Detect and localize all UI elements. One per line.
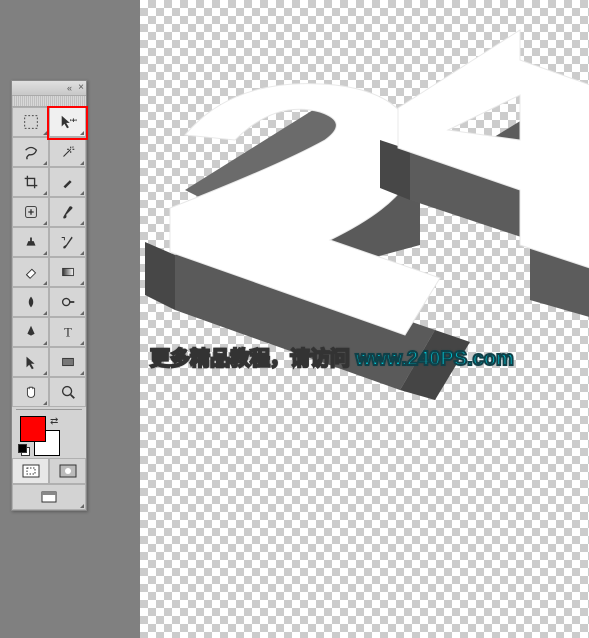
quick-mask-row — [12, 458, 86, 484]
quick-mask-button[interactable] — [49, 458, 86, 484]
zoom-tool[interactable] — [49, 377, 86, 407]
watermark-text: 更多精品教程，请访问 www.240PS.com — [0, 342, 589, 371]
foreground-color-swatch[interactable] — [20, 416, 46, 442]
brush-tool[interactable] — [49, 197, 86, 227]
swap-colors-icon[interactable]: ⇄ — [50, 416, 58, 427]
crop-tool[interactable] — [12, 167, 49, 197]
marquee-tool[interactable] — [12, 107, 49, 137]
screen-mode-row — [12, 484, 86, 510]
clone-stamp-tool[interactable] — [12, 227, 49, 257]
magic-wand-tool[interactable] — [49, 137, 86, 167]
tools-panel-header[interactable]: « × — [12, 81, 86, 96]
lasso-tool[interactable] — [12, 137, 49, 167]
collapse-icon[interactable]: « — [67, 83, 72, 93]
watermark-part2: www.240PS.com — [356, 348, 514, 370]
eyedropper-tool[interactable] — [49, 167, 86, 197]
gradient-tool[interactable] — [49, 257, 86, 287]
history-brush-tool[interactable] — [49, 227, 86, 257]
default-colors-icon[interactable] — [18, 444, 28, 454]
blur-tool[interactable] — [12, 287, 49, 317]
drag-handle[interactable] — [12, 96, 86, 107]
tools-panel: « × — [11, 80, 87, 511]
close-icon[interactable]: × — [78, 82, 84, 93]
document-canvas[interactable] — [140, 0, 589, 638]
hand-tool[interactable] — [12, 377, 49, 407]
standard-mode-button[interactable] — [12, 458, 49, 484]
digit-4-top — [398, 30, 589, 268]
scene-3d — [140, 0, 589, 638]
move-tool[interactable] — [49, 107, 86, 137]
eraser-tool[interactable] — [12, 257, 49, 287]
svg-text:T: T — [64, 326, 72, 340]
dodge-tool[interactable] — [49, 287, 86, 317]
screen-mode-button[interactable] — [12, 484, 86, 510]
healing-brush-tool[interactable] — [12, 197, 49, 227]
color-swatches: ⇄ — [12, 412, 86, 458]
watermark-part1: 更多精品教程，请访问 — [150, 348, 356, 370]
